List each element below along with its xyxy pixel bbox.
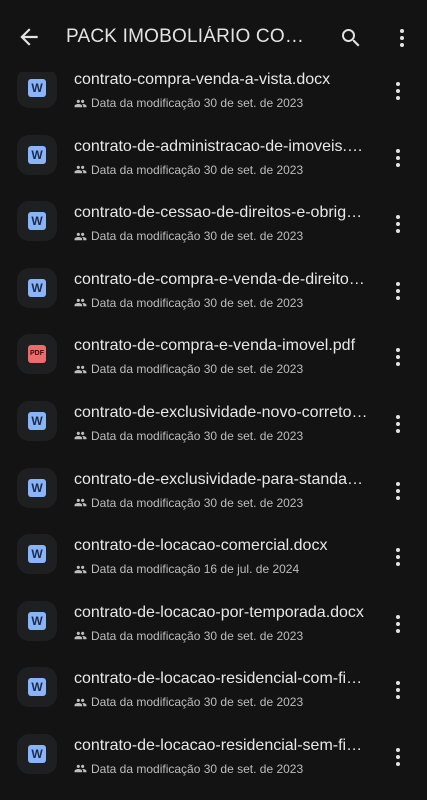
file-name: contrato-de-administracao-de-imoveis.doc… — [74, 137, 368, 155]
word-badge: W — [28, 678, 46, 697]
file-row[interactable]: Wcontrato-de-locacao-comercial.docx Data … — [0, 523, 427, 590]
shared-people-icon — [74, 230, 87, 243]
word-badge: W — [28, 545, 46, 564]
file-name: contrato-de-locacao-residencial-sem-fiad… — [74, 736, 368, 754]
file-row[interactable]: Wcontrato-de-administracao-de-imoveis.do… — [0, 124, 427, 191]
word-file-icon: W — [17, 534, 57, 575]
word-badge: W — [28, 278, 46, 297]
more-vert-icon[interactable] — [386, 612, 410, 636]
more-vert-icon[interactable] — [390, 26, 414, 50]
word-file-icon: W — [17, 600, 57, 641]
word-file-icon: W — [17, 201, 57, 242]
file-meta: Data da modificação 30 de set. de 2023 — [74, 162, 303, 178]
file-meta: Data da modificação 30 de set. de 2023 — [74, 95, 303, 111]
search-icon[interactable] — [339, 26, 363, 50]
modified-date-text: Data da modificação 16 de jul. de 2024 — [91, 562, 300, 577]
file-name: contrato-de-locacao-por-temporada.docx — [74, 603, 364, 621]
more-vert-icon[interactable] — [386, 212, 410, 236]
file-meta: Data da modificação 30 de set. de 2023 — [74, 761, 303, 777]
more-vert-icon[interactable] — [386, 279, 410, 303]
word-badge: W — [28, 611, 46, 630]
word-file-icon: W — [17, 467, 57, 508]
file-row[interactable]: Wcontrato-de-locacao-residencial-com-fia… — [0, 656, 427, 723]
more-vert-icon[interactable] — [386, 745, 410, 769]
shared-people-icon — [74, 429, 87, 442]
word-file-icon: W — [17, 733, 57, 774]
file-row[interactable]: Wcontrato-de-exclusividade-novo-corretor… — [0, 390, 427, 457]
file-name: contrato-de-cessao-de-direitos-e-obrigac… — [74, 204, 368, 222]
file-meta: Data da modificação 30 de set. de 2023 — [74, 628, 303, 644]
word-badge: W — [28, 145, 46, 164]
file-list: Wcontrato-compra-venda-a-vista.docx Data … — [0, 57, 427, 790]
word-file-icon: W — [17, 134, 57, 175]
shared-people-icon — [74, 629, 87, 642]
arrow-left-icon[interactable] — [16, 24, 42, 50]
file-name: contrato-de-compra-e-venda-de-direitos.d… — [74, 270, 368, 288]
shared-people-icon — [74, 762, 87, 775]
word-badge: W — [28, 212, 46, 231]
folder-title: PACK IMOBOLIÁRIO CONTRATOS — [66, 26, 316, 47]
word-file-icon: W — [17, 667, 57, 708]
modified-date-text: Data da modificação 30 de set. de 2023 — [91, 761, 304, 776]
word-badge: W — [28, 478, 46, 497]
modified-date-text: Data da modificação 30 de set. de 2023 — [91, 628, 304, 643]
more-vert-icon[interactable] — [386, 345, 410, 369]
word-file-icon: W — [17, 400, 57, 441]
top-app-bar: PACK IMOBOLIÁRIO CONTRATOS — [0, 0, 427, 72]
shared-people-icon — [74, 496, 87, 509]
file-row[interactable]: Wcontrato-de-cessao-de-direitos-e-obriga… — [0, 190, 427, 257]
modified-date-text: Data da modificação 30 de set. de 2023 — [91, 162, 304, 177]
shared-people-icon — [74, 97, 87, 110]
file-row[interactable]: PDF contrato-de-compra-e-venda-imovel.pdf… — [0, 323, 427, 390]
file-row[interactable]: Wcontrato-de-locacao-residencial-sem-fia… — [0, 723, 427, 790]
file-name: contrato-de-exclusividade-para-standard.… — [74, 470, 368, 488]
more-vert-icon[interactable] — [386, 678, 410, 702]
file-name: contrato-de-locacao-residencial-com-fiad… — [74, 670, 368, 688]
modified-date-text: Data da modificação 30 de set. de 2023 — [91, 229, 304, 244]
modified-date-text: Data da modificação 30 de set. de 2023 — [91, 495, 304, 510]
shared-people-icon — [74, 363, 87, 376]
shared-people-icon — [74, 163, 87, 176]
file-row[interactable]: Wcontrato-de-compra-e-venda-de-direitos.… — [0, 257, 427, 324]
file-row[interactable]: Wcontrato-de-locacao-por-temporada.docx D… — [0, 590, 427, 657]
shared-people-icon — [74, 296, 87, 309]
file-meta: Data da modificação 30 de set. de 2023 — [74, 694, 303, 710]
modified-date-text: Data da modificação 30 de set. de 2023 — [91, 96, 304, 110]
file-name: contrato-compra-venda-a-vista.docx — [74, 71, 331, 88]
pdf-file-icon: PDF — [17, 334, 57, 375]
more-vert-icon[interactable] — [386, 545, 410, 569]
modified-date-text: Data da modificação 30 de set. de 2023 — [91, 362, 304, 377]
shared-people-icon — [74, 696, 87, 709]
file-meta: Data da modificação 30 de set. de 2023 — [74, 361, 303, 377]
word-badge: W — [28, 79, 46, 97]
file-meta: Data da modificação 16 de jul. de 2024 — [74, 561, 299, 577]
more-vert-icon[interactable] — [386, 479, 410, 503]
file-meta: Data da modificação 30 de set. de 2023 — [74, 495, 303, 511]
file-name: contrato-de-exclusividade-novo-corretor.… — [74, 403, 368, 421]
pdf-badge: PDF — [28, 345, 46, 364]
modified-date-text: Data da modificação 30 de set. de 2023 — [91, 295, 304, 310]
word-badge: W — [28, 744, 46, 763]
modified-date-text: Data da modificação 30 de set. de 2023 — [91, 428, 304, 443]
word-file-icon: W — [17, 267, 57, 308]
drive-folder-screen: Wcontrato-compra-venda-a-vista.docx Data … — [0, 0, 427, 800]
more-vert-icon[interactable] — [386, 79, 410, 103]
file-row[interactable]: Wcontrato-de-exclusividade-para-standard… — [0, 457, 427, 524]
modified-date-text: Data da modificação 30 de set. de 2023 — [91, 695, 304, 710]
file-meta: Data da modificação 30 de set. de 2023 — [74, 428, 303, 444]
file-meta: Data da modificação 30 de set. de 2023 — [74, 228, 303, 244]
file-name: contrato-de-locacao-comercial.docx — [74, 537, 328, 555]
more-vert-icon[interactable] — [386, 146, 410, 170]
word-badge: W — [28, 411, 46, 430]
shared-people-icon — [74, 563, 87, 576]
file-meta: Data da modificação 30 de set. de 2023 — [74, 295, 303, 311]
file-name: contrato-de-compra-e-venda-imovel.pdf — [74, 337, 356, 355]
more-vert-icon[interactable] — [386, 412, 410, 436]
word-file-icon: W — [17, 68, 57, 108]
